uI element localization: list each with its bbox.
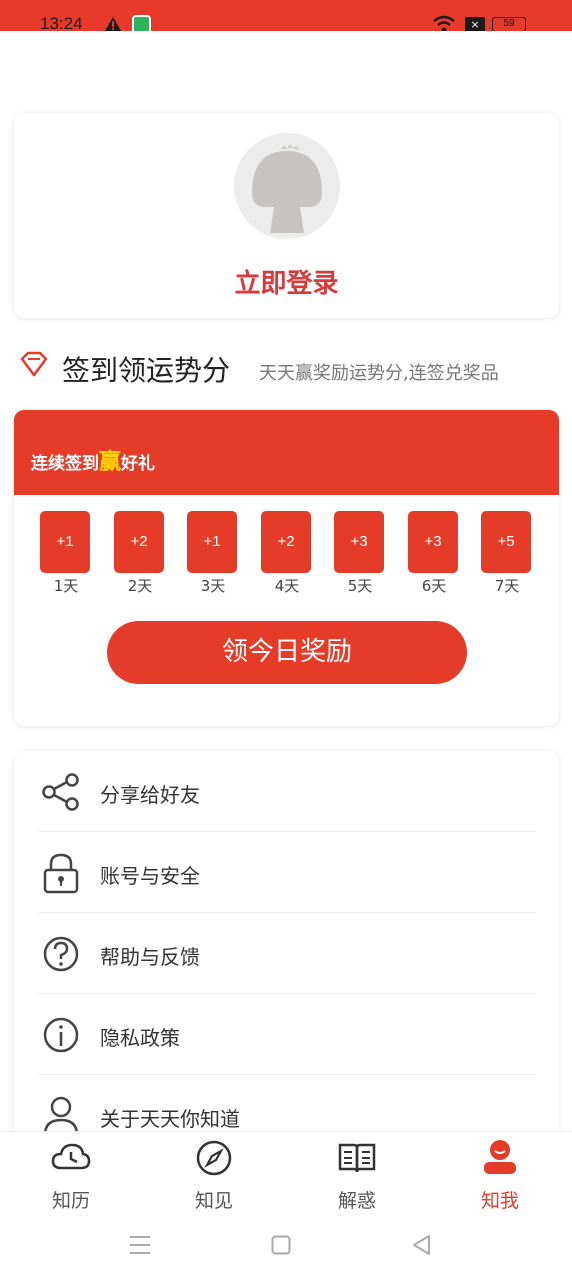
lock-icon bbox=[43, 853, 79, 894]
menu-item-privacy[interactable]: 隐私政策 bbox=[38, 994, 536, 1075]
checkin-day-3: +1 3天 bbox=[187, 511, 239, 596]
notification-x-icon: × bbox=[465, 17, 485, 32]
menu-item-help-feedback[interactable]: 帮助与反馈 bbox=[38, 913, 536, 994]
banner-text-post: 好礼 bbox=[121, 454, 156, 474]
menu-item-label: 帮助与反馈 bbox=[100, 945, 200, 969]
avatar[interactable] bbox=[234, 133, 340, 239]
checkin-banner: 连续签到赢好礼 bbox=[14, 410, 559, 495]
day-reward: +3 bbox=[408, 511, 458, 573]
menu-item-label: 隐私政策 bbox=[100, 1026, 180, 1050]
banner-text-pre: 连续签到 bbox=[31, 454, 99, 474]
share-icon bbox=[42, 773, 79, 811]
menu-item-label: 分享给好友 bbox=[100, 783, 200, 807]
back-icon[interactable] bbox=[411, 1234, 431, 1256]
battery-indicator: 59 bbox=[492, 17, 526, 32]
status-bar: 13:24 × 59 bbox=[0, 0, 572, 34]
day-label: 5天 bbox=[347, 577, 373, 595]
claim-reward-button[interactable]: 领今日奖励 bbox=[107, 621, 467, 684]
day-label: 1天 bbox=[53, 577, 79, 595]
day-reward: +5 bbox=[481, 511, 531, 573]
menu-item-label: 账号与安全 bbox=[100, 864, 200, 888]
banner-text-win: 赢 bbox=[99, 450, 122, 475]
profile-page: 立即登录 签到领运势分 天天赢奖励运势分,连签兑奖品 连续签到赢好礼 +1 1天… bbox=[0, 31, 572, 1151]
home-icon[interactable] bbox=[271, 1235, 291, 1255]
day-label: 4天 bbox=[274, 577, 300, 595]
menu-icon[interactable] bbox=[129, 1235, 151, 1255]
bottom-tab-bar: 知历 知见 解惑 知我 bbox=[0, 1131, 572, 1213]
settings-menu: 分享给好友 账号与安全 帮助与反馈 隐私政策 关于天天你知道 bbox=[14, 751, 559, 1151]
login-button[interactable]: 立即登录 bbox=[14, 263, 559, 300]
day-reward: +2 bbox=[261, 511, 311, 573]
checkin-day-6: +3 6天 bbox=[408, 511, 460, 596]
menu-item-account-security[interactable]: 账号与安全 bbox=[38, 832, 536, 913]
tab-jiehuo[interactable]: 解惑 bbox=[317, 1138, 397, 1213]
day-reward: +1 bbox=[187, 511, 237, 573]
day-reward: +2 bbox=[114, 511, 164, 573]
clock-icon bbox=[51, 1143, 91, 1170]
system-nav-bar bbox=[0, 1211, 572, 1280]
checkin-day-2: +2 2天 bbox=[114, 511, 166, 596]
day-label: 6天 bbox=[421, 577, 447, 595]
login-card[interactable]: 立即登录 bbox=[14, 113, 559, 318]
checkin-day-5: +3 5天 bbox=[334, 511, 386, 596]
help-icon bbox=[43, 936, 79, 972]
day-reward: +1 bbox=[40, 511, 90, 573]
info-icon bbox=[43, 1017, 79, 1053]
book-icon bbox=[338, 1143, 376, 1173]
day-reward: +3 bbox=[334, 511, 384, 573]
mushroom-avatar-icon bbox=[234, 133, 340, 239]
tab-zhijian[interactable]: 知见 bbox=[174, 1138, 254, 1213]
tab-zhiwo[interactable]: 知我 bbox=[460, 1138, 540, 1213]
signin-subtitle: 天天赢奖励运势分,连签兑奖品 bbox=[259, 363, 499, 384]
tab-label: 知历 bbox=[51, 1190, 90, 1212]
day-label: 3天 bbox=[200, 577, 226, 595]
tab-label: 知我 bbox=[480, 1190, 519, 1212]
tab-label: 解惑 bbox=[337, 1190, 376, 1212]
compass-icon bbox=[196, 1140, 232, 1176]
checkin-day-1: +1 1天 bbox=[40, 511, 92, 596]
checkin-day-7: +5 7天 bbox=[481, 511, 533, 596]
day-label: 7天 bbox=[494, 577, 520, 595]
tab-zhili[interactable]: 知历 bbox=[31, 1138, 111, 1213]
signin-header: 签到领运势分 天天赢奖励运势分,连签兑奖品 bbox=[18, 349, 558, 389]
diamond-icon bbox=[20, 351, 48, 377]
warning-icon bbox=[105, 17, 121, 31]
menu-item-label: 关于天天你知道 bbox=[100, 1107, 240, 1131]
menu-item-share[interactable]: 分享给好友 bbox=[38, 751, 536, 832]
profile-icon bbox=[484, 1140, 516, 1174]
tab-label: 知见 bbox=[194, 1190, 233, 1212]
checkin-card: 连续签到赢好礼 +1 1天 +2 2天 +1 3天 +2 4天 +3 5天 +3… bbox=[14, 410, 559, 726]
signin-title: 签到领运势分 bbox=[62, 354, 231, 387]
day-label: 2天 bbox=[127, 577, 153, 595]
checkin-day-4: +2 4天 bbox=[261, 511, 313, 596]
